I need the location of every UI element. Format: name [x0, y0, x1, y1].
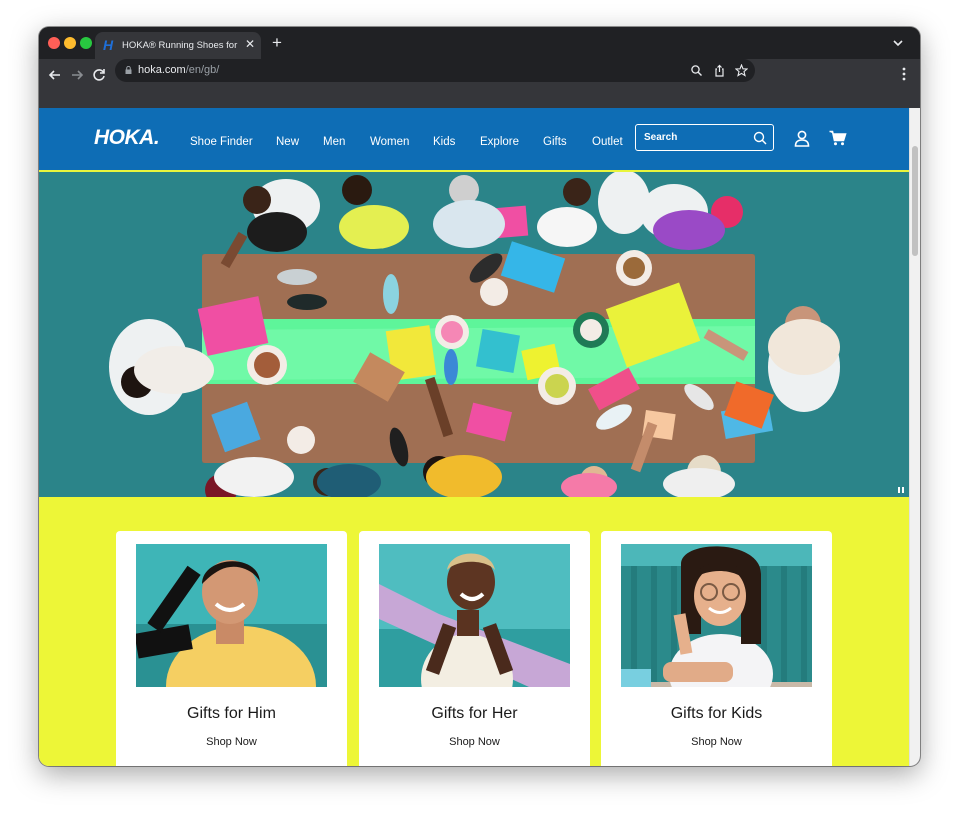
- lock-icon: [125, 66, 132, 74]
- close-window-button[interactable]: [48, 37, 60, 49]
- more-menu-icon[interactable]: [899, 65, 909, 83]
- forward-arrow-icon[interactable]: [67, 65, 87, 85]
- shop-now-link[interactable]: Shop Now: [359, 735, 590, 749]
- url-host: hoka.com: [138, 64, 186, 76]
- bookmark-star-icon[interactable]: [735, 64, 748, 77]
- web-page: HOKA. Shoe Finder New Men Women Kids Exp…: [39, 108, 909, 766]
- zoom-icon[interactable]: [690, 64, 703, 77]
- account-icon[interactable]: [794, 130, 810, 147]
- nav-gifts[interactable]: Gifts: [543, 135, 567, 149]
- nav-shoe-finder[interactable]: Shoe Finder: [190, 135, 253, 149]
- site-header: HOKA. Shoe Finder New Men Women Kids Exp…: [39, 108, 909, 170]
- hoka-logo[interactable]: HOKA.: [94, 126, 160, 150]
- pause-icon[interactable]: [897, 486, 905, 494]
- tab-close-icon[interactable]: ✕: [243, 37, 257, 51]
- page-scrollbar[interactable]: [909, 108, 920, 766]
- url-text[interactable]: hoka.com/en/gb/: [138, 64, 219, 77]
- gifts-for-him-image[interactable]: [136, 544, 327, 687]
- tab-title: HOKA® Running Shoes for Me: [122, 40, 238, 51]
- gifts-for-kids-image[interactable]: [621, 544, 812, 687]
- gifts-for-her-image[interactable]: [379, 544, 570, 687]
- search-input[interactable]: Search: [635, 124, 774, 151]
- gift-promo-section: Gifts for Him Shop Now Gifts for Her Sho…: [39, 497, 909, 766]
- hoka-favicon-icon: H: [103, 37, 114, 53]
- back-arrow-icon[interactable]: [45, 65, 65, 85]
- nav-women[interactable]: Women: [370, 135, 409, 149]
- gift-card-kids[interactable]: Gifts for Kids Shop Now: [601, 531, 832, 766]
- maximize-window-button[interactable]: [80, 37, 92, 49]
- shop-now-link[interactable]: Shop Now: [116, 735, 347, 749]
- tab-search-chevron-icon[interactable]: [890, 36, 906, 50]
- url-path: /en/gb/: [185, 64, 220, 76]
- gift-card-him[interactable]: Gifts for Him Shop Now: [116, 531, 347, 766]
- card-title: Gifts for Kids: [670, 705, 763, 722]
- nav-explore[interactable]: Explore: [480, 135, 519, 149]
- nav-outlet[interactable]: Outlet: [592, 135, 623, 149]
- search-placeholder: Search: [644, 132, 678, 143]
- scrollbar-thumb[interactable]: [912, 146, 918, 256]
- nav-kids[interactable]: Kids: [433, 135, 455, 149]
- hero-image[interactable]: [39, 172, 909, 497]
- share-icon[interactable]: [713, 64, 726, 77]
- gift-card-her[interactable]: Gifts for Her Shop Now: [359, 531, 590, 766]
- card-title: Gifts for Him: [187, 705, 276, 722]
- browser-window: H HOKA® Running Shoes for Me ✕ + hoka.co…: [39, 27, 920, 766]
- nav-men[interactable]: Men: [323, 135, 345, 149]
- search-icon[interactable]: [753, 131, 767, 145]
- new-tab-button[interactable]: +: [268, 34, 286, 52]
- browser-toolbar: hoka.com/en/gb/: [39, 59, 920, 109]
- browser-tab[interactable]: H HOKA® Running Shoes for Me ✕: [95, 32, 261, 59]
- tab-strip: H HOKA® Running Shoes for Me ✕ +: [39, 27, 920, 59]
- cart-icon[interactable]: [829, 130, 847, 146]
- shop-now-link[interactable]: Shop Now: [601, 735, 832, 749]
- address-bar[interactable]: hoka.com/en/gb/: [115, 59, 755, 82]
- minimize-window-button[interactable]: [64, 37, 76, 49]
- nav-new[interactable]: New: [276, 135, 299, 149]
- card-title: Gifts for Her: [431, 705, 518, 722]
- reload-icon[interactable]: [89, 65, 109, 85]
